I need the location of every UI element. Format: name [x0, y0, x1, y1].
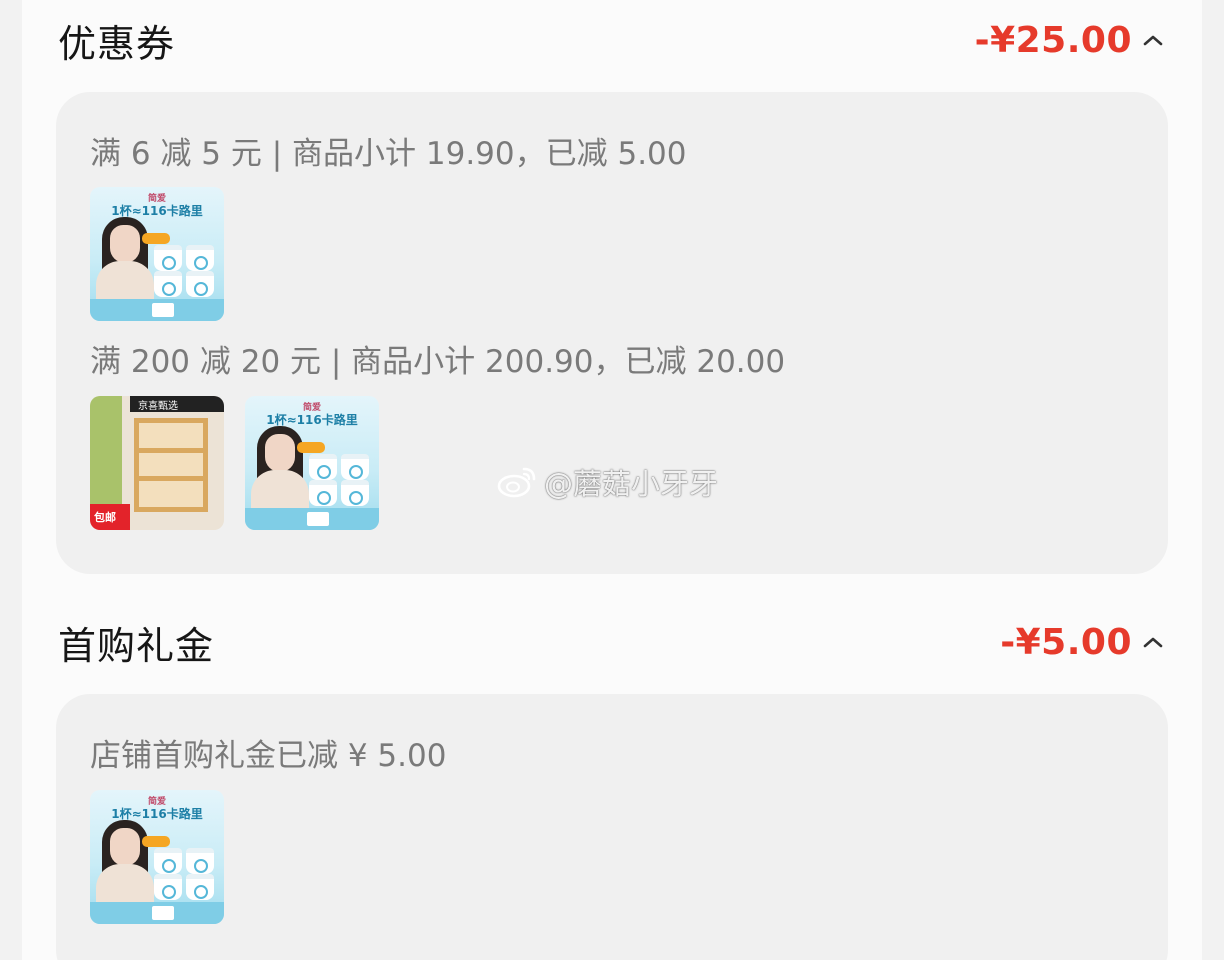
first-purchase-rule: 店铺首购礼金已减 ¥ 5.00 — [90, 738, 447, 774]
first-purchase-section-header[interactable]: 首购礼金 -¥5.00 — [58, 612, 1164, 672]
coupon-section-title: 优惠券 — [58, 21, 176, 66]
yogurt-product-image[interactable]: 简爱 1杯≈116卡路里 — [90, 187, 224, 321]
watermark-text: @蘑菇小牙牙 — [544, 467, 719, 501]
yogurt-product-image[interactable]: 简爱 1杯≈116卡路里 — [245, 396, 379, 530]
product-banner-label: 京喜甄选 — [138, 401, 178, 412]
first-purchase-amount: -¥5.00 — [1000, 621, 1132, 663]
chevron-up-icon[interactable] — [1142, 635, 1164, 649]
first-purchase-section-title: 首购礼金 — [58, 623, 215, 668]
coupon-total-amount: -¥25.00 — [974, 19, 1132, 61]
coupon-rule-1: 满 6 减 5 元 | 商品小计 19.90，已减 5.00 — [90, 136, 687, 172]
coupon-rule-2: 满 200 减 20 元 | 商品小计 200.90，已减 20.00 — [90, 344, 786, 380]
coupon-amount-toggle[interactable]: -¥25.00 — [975, 20, 1164, 61]
watermark: @蘑菇小牙牙 — [496, 462, 718, 502]
weibo-icon — [497, 467, 536, 498]
bookshelf-product-image[interactable]: 京喜甄选 包邮 — [90, 396, 224, 530]
product-headline: 1杯≈116卡路里 — [266, 413, 358, 427]
product-headline: 1杯≈116卡路里 — [111, 807, 203, 821]
free-shipping-badge: 包邮 — [94, 511, 116, 524]
first-purchase-amount-toggle[interactable]: -¥5.00 — [1000, 622, 1164, 663]
coupon-section-header[interactable]: 优惠券 -¥25.00 — [58, 10, 1164, 70]
yogurt-product-image[interactable]: 简爱 1杯≈116卡路里 — [90, 790, 224, 924]
product-headline: 1杯≈116卡路里 — [111, 204, 203, 218]
chevron-up-icon[interactable] — [1142, 33, 1164, 47]
